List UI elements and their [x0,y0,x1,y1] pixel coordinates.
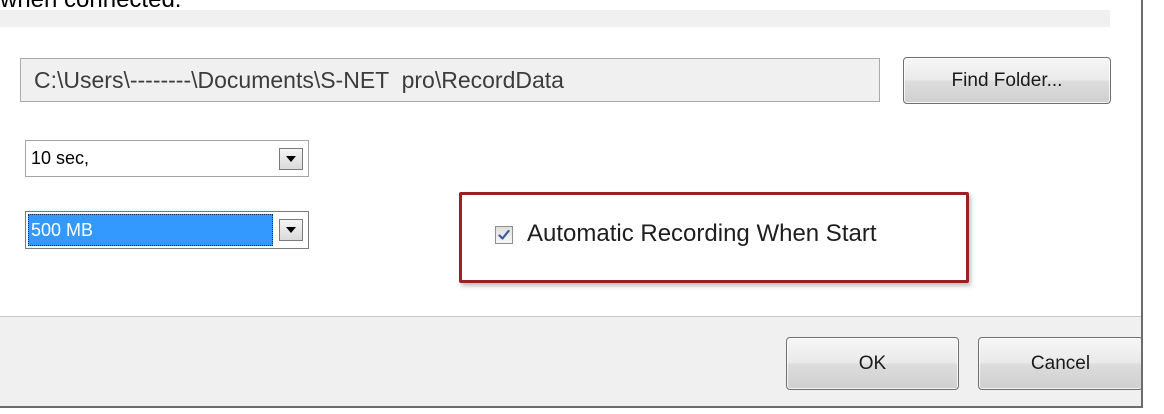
dialog-frame [0,0,1143,408]
